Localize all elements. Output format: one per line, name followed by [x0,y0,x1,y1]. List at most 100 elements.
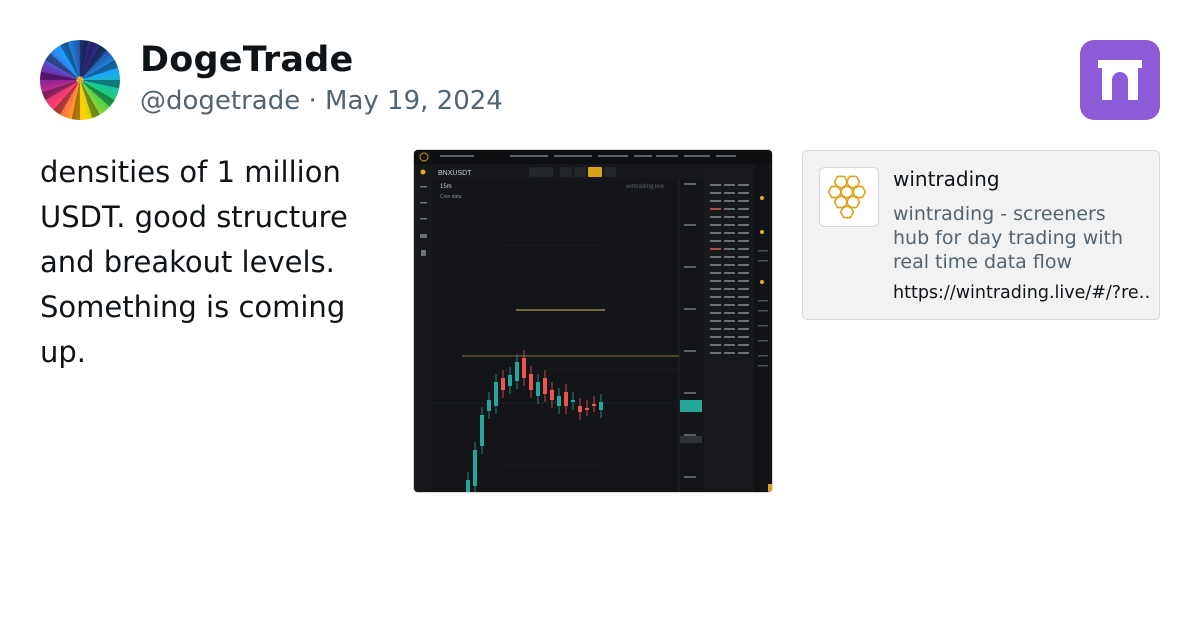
tweet-text: densities of 1 million USDT. good struct… [40,155,348,369]
orderbook-cell [724,280,735,282]
author-handle[interactable]: @dogetrade [140,86,300,116]
candle-body [480,415,484,446]
orderbook-cell [724,344,735,346]
orderbook-cell [738,232,749,234]
orderbook-cell [710,192,721,194]
candle-body [578,406,582,412]
orderbook-cell [738,192,749,194]
candle-body [536,382,540,396]
candle-body [501,378,505,390]
orderbook-cell [710,216,721,218]
orderbook-cell [710,248,721,250]
candle-body [466,480,470,492]
orderbook-cell [710,320,721,322]
orderbook-cell [724,328,735,330]
post-date[interactable]: May 19, 2024 [325,86,503,116]
orderbook-cell [710,328,721,330]
orderbook-cell [738,312,749,314]
orderbook-cell [738,200,749,202]
card-description: wintrading - screeners hub for day tradi… [893,203,1124,273]
candle-body [473,450,477,486]
trading-chart-image: BNXUSDT 15m Coin data wintrading.live [414,150,772,492]
orderbook-cell [738,184,749,186]
orderbook-cell [738,296,749,298]
orderbook-cell [710,256,721,258]
orderbook-cell [724,216,735,218]
card-url[interactable]: https://wintrading.live/#/?re… [893,283,1149,303]
orderbook-cell [710,312,721,314]
candle-body [522,358,526,378]
orderbook-cell [710,184,721,186]
trading-screenshot[interactable]: BNXUSDT 15m Coin data wintrading.live [414,150,772,492]
orderbook-cell [724,320,735,322]
card-logo [819,167,879,227]
orderbook-cell [738,240,749,242]
author-meta: @dogetrade · May 19, 2024 [140,86,503,116]
orderbook-cell [724,192,735,194]
orderbook-cell [738,304,749,306]
orderbook-cell [738,328,749,330]
honeycomb-cell [839,205,855,219]
orderbook-cell [738,248,749,250]
orderbook-cell [724,232,735,234]
orderbook-cell [738,288,749,290]
candle-body [543,378,547,394]
orderbook-cell [724,184,735,186]
candle-body [571,400,575,402]
orderbook-cell [710,296,721,298]
orderbook-cell [724,296,735,298]
orderbook-cell [724,304,735,306]
orderbook-cell [738,272,749,274]
orderbook-cell [724,224,735,226]
orderbook-cell [724,312,735,314]
candle-body [494,382,498,406]
orderbook-cell [738,208,749,210]
orderbook-cell [738,344,749,346]
orderbook-cell [738,320,749,322]
orderbook-cell [710,240,721,242]
orderbook-cell [738,256,749,258]
candle-body [550,390,554,400]
orderbook-cell [738,280,749,282]
meta-separator: · [300,86,326,116]
orderbook-cell [724,248,735,250]
chart-subtitle: Coin data [440,194,462,200]
orderbook-cell [738,264,749,266]
orderbook-cell [710,280,721,282]
orderbook-cell [724,336,735,338]
orderbook-cell [724,256,735,258]
orderbook-cell [738,224,749,226]
site-logo[interactable] [1080,40,1160,120]
orderbook-cell [710,352,721,354]
orderbook-cell [710,264,721,266]
candle-body [599,402,603,410]
orderbook-cell [724,352,735,354]
candle-body [515,362,519,381]
orderbook-cell [710,272,721,274]
orderbook-cell [710,224,721,226]
archway-icon [1098,60,1142,100]
link-preview-card[interactable]: wintrading wintrading - screeners hub fo… [802,150,1160,320]
orderbook-cell [724,264,735,266]
card-title[interactable]: wintrading [893,167,1000,191]
honeycomb-icon [827,175,867,219]
candle-body [585,408,589,410]
author-name[interactable]: DogeTrade [140,40,353,80]
orderbook-cell [738,352,749,354]
candle-body [564,392,568,406]
candle-body [592,404,596,406]
orderbook-cell [710,200,721,202]
candle-body [557,396,561,406]
orderbook-cell [724,288,735,290]
orderbook-cell [724,208,735,210]
orderbook-cell [724,200,735,202]
orderbook-cell [710,288,721,290]
orderbook-cell [738,216,749,218]
candle-body [529,374,533,390]
candle-body [508,375,512,386]
avatar[interactable] [40,40,120,120]
orderbook-cell [724,272,735,274]
timeframe-label: 15m [440,184,452,190]
orderbook-cell [710,336,721,338]
orderbook-cell [710,304,721,306]
